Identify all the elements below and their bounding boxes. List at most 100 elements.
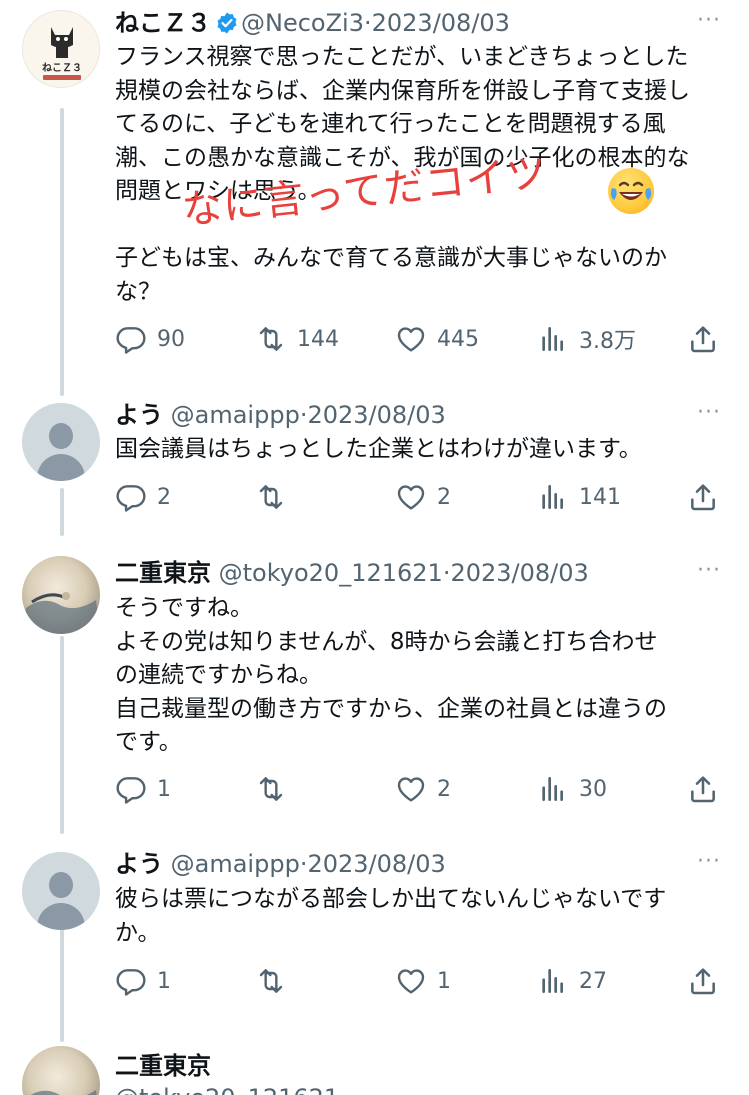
reply-icon <box>116 327 146 354</box>
reply-count: 90 <box>157 326 185 352</box>
tweet-line: な？ <box>115 278 161 305</box>
more-options-icon[interactable]: ··· <box>697 8 721 33</box>
tweet-line: 国会議員はちょっとした企業とはわけが違います。 <box>115 436 642 462</box>
reply-button[interactable]: 1 <box>115 771 171 807</box>
like-count: 2 <box>437 776 451 802</box>
handwritten-overlay: なに言ってだコイツ <box>180 150 605 248</box>
retweet-button[interactable] <box>255 479 297 515</box>
views-chart-icon <box>542 969 563 993</box>
views-button[interactable]: 3.8万 <box>537 321 636 357</box>
tweet-line: の連続ですからね。 <box>115 662 322 688</box>
tweet-line: てるのに、子どもを連れて行ったことを問題視する風 <box>115 111 666 137</box>
retweet-button[interactable] <box>255 963 297 999</box>
retweet-icon <box>259 969 283 993</box>
avatar[interactable]: ねこＺ３ <box>22 10 100 88</box>
retweet-icon <box>259 777 283 801</box>
share-button[interactable] <box>687 321 719 357</box>
tweet-line: よその党は知りませんが、8時から会議と打ち合わせ <box>115 628 658 655</box>
cat-logo-icon: ねこＺ３ <box>42 27 82 80</box>
share-icon <box>691 968 715 995</box>
heart-icon <box>397 969 425 994</box>
tweet-text: 国会議員はちょっとした企業とはわけが違います。 <box>115 433 725 467</box>
share-button[interactable] <box>687 479 719 515</box>
avatar[interactable] <box>22 1046 100 1095</box>
views-button[interactable]: 27 <box>537 963 607 999</box>
avatar[interactable] <box>22 556 100 634</box>
user-handle[interactable]: @NecoZi3 <box>241 9 364 37</box>
user-handle[interactable]: @amaippp <box>171 850 300 878</box>
views-chart-icon <box>542 777 563 801</box>
laughing-with-tears-emoji-icon <box>608 168 654 214</box>
tweet-actions: 2 2 141 <box>115 479 725 515</box>
heart-icon <box>397 485 425 510</box>
retweet-button[interactable] <box>255 771 297 807</box>
tweet-actions: 90 144 445 3.8万 <box>115 321 725 357</box>
like-button[interactable]: 1 <box>395 963 451 999</box>
avatar[interactable] <box>22 403 100 481</box>
tweet-header: 二重東京 <box>115 1051 211 1081</box>
reply-icon <box>116 969 146 996</box>
views-count: 141 <box>579 484 621 510</box>
avatar-label: ねこＺ３ <box>42 62 82 74</box>
tweet-text: 彼らは票につながる部会しか出てないんじゃないです か。 <box>115 883 725 950</box>
user-handle[interactable]: @tokyo20_121621 <box>219 559 443 587</box>
thread-line <box>60 488 64 536</box>
tweet-date[interactable]: 2023/08/03 <box>307 850 445 878</box>
separator-dot: · <box>363 9 372 37</box>
retweet-icon <box>259 327 283 351</box>
tweet-line: そうですね。 <box>115 595 253 621</box>
views-button[interactable]: 30 <box>537 771 607 807</box>
display-name[interactable]: よう <box>115 850 163 878</box>
tweet-header: 二重東京 @tokyo20_121621·2023/08/03 <box>115 558 589 588</box>
more-options-icon[interactable]: ··· <box>697 558 721 583</box>
thread-line <box>60 926 64 1042</box>
views-chart-icon <box>542 327 563 351</box>
reply-button[interactable]: 2 <box>115 479 171 515</box>
tweet-header: よう @amaippp·2023/08/03 <box>115 400 446 430</box>
avatar[interactable] <box>22 852 100 930</box>
display-name[interactable]: よう <box>115 401 163 429</box>
like-button[interactable]: 2 <box>395 479 451 515</box>
user-handle[interactable]: @amaippp <box>171 401 300 429</box>
reply-icon <box>116 777 146 804</box>
like-count: 445 <box>437 326 479 352</box>
tweet-date[interactable]: 2023/08/03 <box>450 559 588 587</box>
retweet-count: 144 <box>297 326 339 352</box>
display-name[interactable]: 二重東京 <box>115 1052 211 1080</box>
verified-badge-icon <box>215 11 239 42</box>
heart-icon <box>397 777 425 802</box>
views-count: 30 <box>579 776 607 802</box>
retweet-button[interactable]: 144 <box>255 321 339 357</box>
like-button[interactable]: 445 <box>395 321 479 357</box>
tweet-header: よう @amaippp·2023/08/03 <box>115 849 446 879</box>
tweet-actions: 1 2 30 <box>115 771 725 807</box>
tweet-date[interactable]: 2023/08/03 <box>372 9 510 37</box>
more-options-icon[interactable]: ··· <box>697 400 721 425</box>
share-icon <box>691 776 715 803</box>
thread-line <box>60 636 64 834</box>
profile-photo-icon <box>22 592 100 634</box>
share-button[interactable] <box>687 963 719 999</box>
like-button[interactable]: 2 <box>395 771 451 807</box>
reply-count: 1 <box>157 776 171 802</box>
share-button[interactable] <box>687 771 719 807</box>
share-icon <box>691 484 715 511</box>
display-name[interactable]: ねこＺ３ <box>115 9 211 37</box>
reply-icon <box>116 485 146 512</box>
reply-button[interactable]: 90 <box>115 321 185 357</box>
tweet-line: か。 <box>115 919 161 946</box>
views-button[interactable]: 141 <box>537 479 621 515</box>
like-count: 2 <box>437 484 451 510</box>
tweet-date[interactable]: 2023/08/03 <box>307 401 445 429</box>
thread-line <box>60 108 64 396</box>
tweet-line: 自己裁量型の働き方ですから、企業の社員とは違うの <box>115 695 667 722</box>
heart-icon <box>397 327 425 352</box>
display-name[interactable]: 二重東京 <box>115 559 211 587</box>
more-options-icon[interactable]: ··· <box>697 849 721 874</box>
user-handle[interactable]: @tokyo20_121621 <box>115 1084 339 1095</box>
reply-button[interactable]: 1 <box>115 963 171 999</box>
tweet-text: そうですね。 よその党は知りませんが、8時から会議と打ち合わせ の連続ですからね… <box>115 592 725 760</box>
reply-count: 1 <box>157 968 171 994</box>
tweet-line: 彼らは票につながる部会しか出てないんじゃないです <box>115 886 667 912</box>
tweet-subheader: @tokyo20_121621 <box>115 1083 339 1095</box>
